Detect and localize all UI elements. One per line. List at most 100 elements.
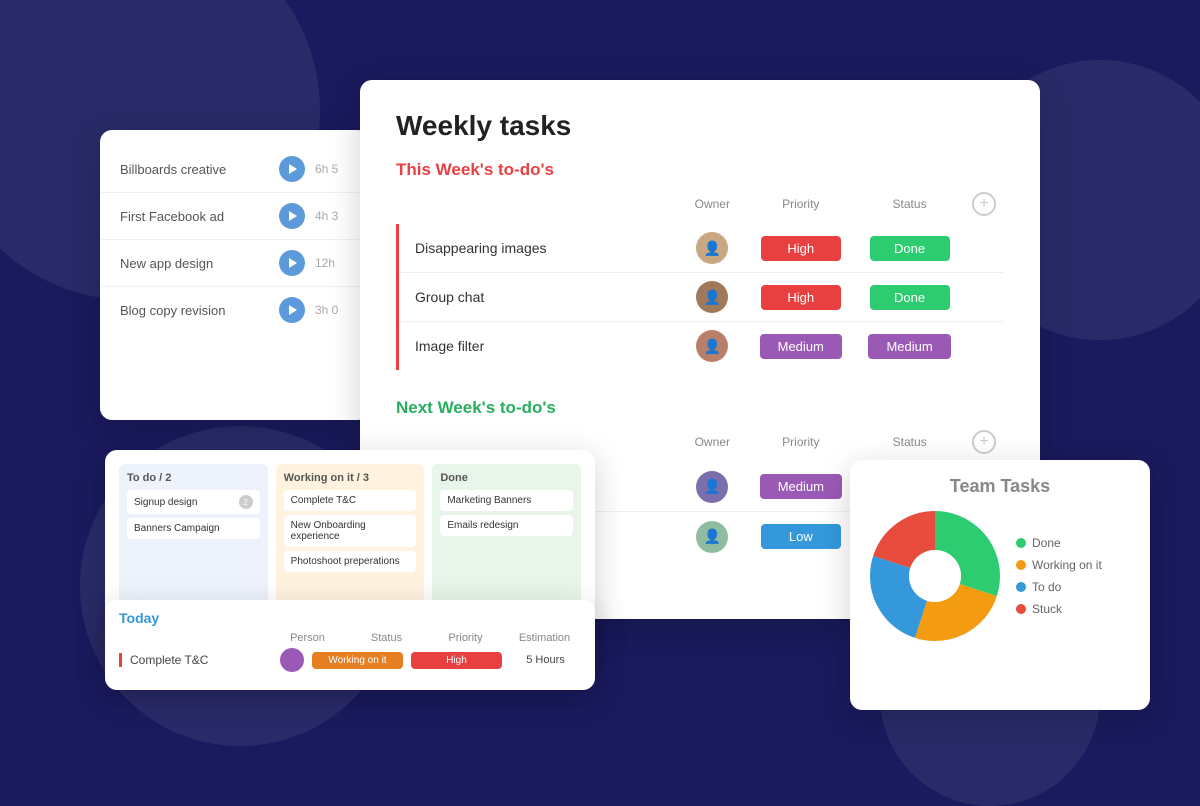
- priority-badge-medium-1: Medium: [760, 334, 842, 359]
- col-owner-1: Owner: [678, 192, 746, 224]
- legend-label-stuck: Stuck: [1032, 602, 1062, 616]
- priority-badge-high-1: High: [761, 236, 841, 261]
- task-status-disappearing: Done: [855, 224, 964, 273]
- board-card-text-0-1: Banners Campaign: [134, 523, 220, 534]
- task-owner-groupchat: 👤: [678, 273, 746, 322]
- team-tasks-panel: Team Tasks Done Working on it: [850, 460, 1150, 710]
- avatar-1: 👤: [696, 232, 728, 264]
- board-card-text-2-1: Emails redesign: [447, 520, 518, 531]
- board-card-2-1[interactable]: Emails redesign: [440, 515, 573, 536]
- legend-item-todo: To do: [1016, 580, 1102, 594]
- task-owner-imagefilter: 👤: [678, 322, 746, 371]
- col-add-1: +: [964, 192, 1004, 224]
- status-badge-medium-1: Medium: [868, 334, 950, 359]
- board-col-done-title: Done: [440, 472, 573, 484]
- today-status-badge: Working on it: [312, 652, 403, 669]
- board-card-0-0[interactable]: Signup design 2: [127, 490, 260, 514]
- play-button-2[interactable]: [279, 250, 305, 276]
- board-col-working-title: Working on it / 3: [284, 472, 417, 484]
- task-name-groupchat: Group chat: [398, 273, 679, 322]
- today-panel: Today Person Status Priority Estimation …: [105, 600, 595, 690]
- legend-item-done: Done: [1016, 536, 1102, 550]
- avatar-5: 👤: [696, 521, 728, 553]
- board-card-1-0[interactable]: Complete T&C: [284, 490, 417, 511]
- avatar-2: 👤: [696, 281, 728, 313]
- col-task: [398, 192, 679, 224]
- status-badge-done-1: Done: [870, 236, 950, 261]
- play-button-0[interactable]: [279, 156, 305, 182]
- today-col-priority: Priority: [429, 632, 502, 644]
- avatar-4: 👤: [696, 471, 728, 503]
- board-card-0-1[interactable]: Banners Campaign: [127, 518, 260, 539]
- col-owner-2: Owner: [678, 430, 746, 462]
- task-status-imagefilter: Medium: [855, 322, 964, 371]
- task-owner-comments: 👤: [678, 512, 746, 562]
- task-priority-groupchat: High: [746, 273, 855, 322]
- priority-badge-low-1: Low: [761, 524, 841, 549]
- legend-label-working: Working on it: [1032, 558, 1102, 572]
- today-task-row: Complete T&C Working on it High 5 Hours: [119, 648, 581, 672]
- task-priority-comments: Low: [746, 512, 855, 562]
- play-button-3[interactable]: [279, 297, 305, 323]
- board-card-1-2[interactable]: Photoshoot preperations: [284, 551, 417, 572]
- col-status-1: Status: [855, 192, 964, 224]
- task-label-3: Blog copy revision: [120, 303, 269, 318]
- board-card-text-0-0: Signup design: [134, 497, 197, 508]
- legend-label-todo: To do: [1032, 580, 1061, 594]
- task-row-3[interactable]: Blog copy revision 3h 0: [100, 287, 370, 333]
- task-time-3: 3h 0: [315, 303, 350, 317]
- panel-title: Weekly tasks: [396, 110, 1004, 142]
- today-col-status: Person: [271, 632, 344, 644]
- task-row-2[interactable]: New app design 12h: [100, 240, 370, 287]
- task-owner-disappearing: 👤: [678, 224, 746, 273]
- col-priority-2: Priority: [746, 430, 855, 462]
- board-card-text-1-2: Photoshoot preperations: [291, 556, 400, 567]
- col-priority-1: Priority: [746, 192, 855, 224]
- pie-chart-svg: [870, 511, 1000, 641]
- board-col-todo-title: To do / 2: [127, 472, 260, 484]
- legend-dot-todo: [1016, 582, 1026, 592]
- today-person-avatar: [280, 648, 304, 672]
- task-priority-imagefilter: Medium: [746, 322, 855, 371]
- task-name-imagefilter: Image filter: [398, 322, 679, 371]
- task-label-2: New app design: [120, 256, 269, 271]
- this-week-title: This Week's to-do's: [396, 160, 1004, 180]
- team-tasks-title: Team Tasks: [870, 476, 1130, 497]
- legend-item-stuck: Stuck: [1016, 602, 1102, 616]
- status-badge-done-2: Done: [870, 285, 950, 310]
- board-card-1-1[interactable]: New Onboarding experience: [284, 515, 417, 547]
- this-week-row-0: Disappearing images 👤 High Done: [398, 224, 1005, 273]
- task-priority-feed: Medium: [746, 462, 855, 512]
- next-week-title: Next Week's to-do's: [396, 398, 1004, 418]
- this-week-row-1: Group chat 👤 High Done: [398, 273, 1005, 322]
- pie-chart: [870, 511, 1000, 641]
- task-time-0: 6h 5: [315, 162, 350, 176]
- priority-badge-medium-2: Medium: [760, 474, 842, 499]
- task-time-1: 4h 3: [315, 209, 350, 223]
- add-task-next-week[interactable]: +: [972, 430, 996, 454]
- board-card-2-0[interactable]: Marketing Banners: [440, 490, 573, 511]
- board-card-text-1-1: New Onboarding experience: [291, 520, 410, 542]
- legend-label-done: Done: [1032, 536, 1061, 550]
- task-row-1[interactable]: First Facebook ad 4h 3: [100, 193, 370, 240]
- team-content: Done Working on it To do Stuck: [870, 511, 1130, 641]
- card-badge-small: 2: [239, 495, 253, 509]
- this-week-row-2: Image filter 👤 Medium Medium: [398, 322, 1005, 371]
- task-priority-disappearing: High: [746, 224, 855, 273]
- team-legend: Done Working on it To do Stuck: [1016, 536, 1102, 616]
- task-row-0[interactable]: Billboards creative 6h 5: [100, 146, 370, 193]
- add-task-this-week[interactable]: +: [972, 192, 996, 216]
- legend-dot-working: [1016, 560, 1026, 570]
- play-button-1[interactable]: [279, 203, 305, 229]
- task-label-0: Billboards creative: [120, 162, 269, 177]
- today-priority-badge: High: [411, 652, 502, 669]
- this-week-table: Owner Priority Status + Disappearing ima…: [396, 192, 1004, 370]
- task-list-panel: Billboards creative 6h 5 First Facebook …: [100, 130, 370, 420]
- legend-item-working: Working on it: [1016, 558, 1102, 572]
- legend-dot-done: [1016, 538, 1026, 548]
- task-status-groupchat: Done: [855, 273, 964, 322]
- task-label-1: First Facebook ad: [120, 209, 269, 224]
- legend-dot-stuck: [1016, 604, 1026, 614]
- task-name-disappearing: Disappearing images: [398, 224, 679, 273]
- task-owner-feed: 👤: [678, 462, 746, 512]
